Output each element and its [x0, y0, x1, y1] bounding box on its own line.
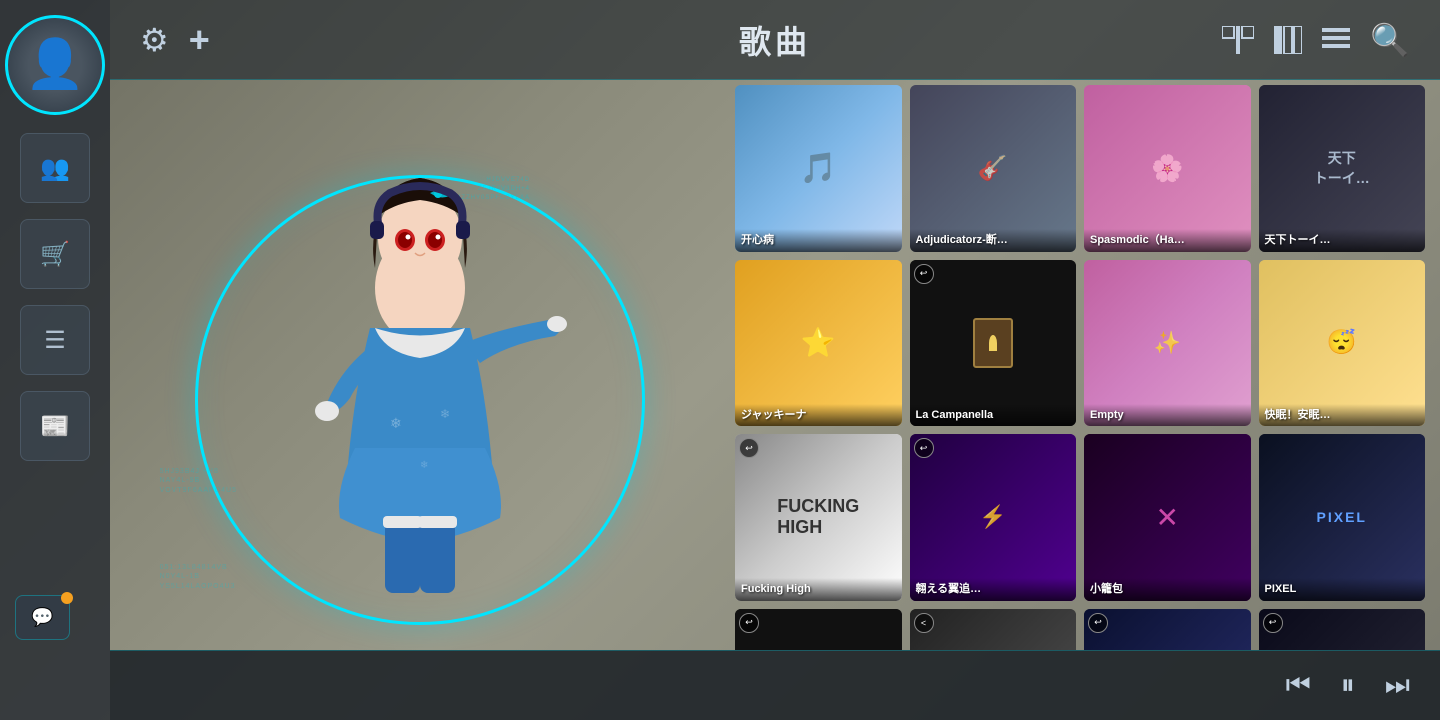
song-badge-camp: ↩	[914, 264, 934, 284]
song-card-bg: FUCKINGHIGH	[735, 434, 902, 601]
sidebar-item-list[interactable]: ☰	[20, 305, 90, 375]
song-card-inner: ↩ La Campanella	[910, 260, 1077, 427]
page-title: 歌曲	[739, 17, 811, 63]
list-icon: ☰	[44, 326, 66, 355]
song-card-inner: ∿↩无人-VACUUM TRACK…	[1084, 609, 1251, 651]
song-card-bg: 🎤	[910, 609, 1077, 651]
sidebar-item-news[interactable]: 📰	[20, 391, 90, 461]
song-card-bg	[910, 260, 1077, 427]
song-card-bg: 天下トーイ…	[1259, 85, 1426, 252]
song-grid: 🎵开心病🎸Adjudicatorz-断…🌸Spasmodic（Ha…天下トーイ……	[735, 85, 1425, 650]
song-card-tenka[interactable]: 天下トーイ…天下トーイ…	[1259, 85, 1426, 252]
settings-icon[interactable]: ⚙	[140, 21, 169, 59]
song-card-bg: ✨	[1084, 260, 1251, 427]
song-card-inner: ⬡↩Scaffold…	[1259, 609, 1426, 651]
song-card-bg: 🎸	[910, 85, 1077, 252]
song-grid-container[interactable]: 🎵开心病🎸Adjudicatorz-断…🌸Spasmodic（Ha…天下トーイ……	[730, 80, 1430, 650]
song-card-bg: ⭐	[735, 260, 902, 427]
song-badge-scaffold: ↩	[1263, 613, 1283, 633]
song-title-fhigh: Fucking High	[735, 578, 902, 600]
avatar[interactable]: 👤	[5, 15, 105, 115]
song-card-inner: ⭐ジャッキーナ	[735, 260, 902, 427]
chat-bubble[interactable]: 💬	[15, 595, 70, 640]
song-card-bg: ⚡	[910, 434, 1077, 601]
song-card-inner: 🎸Adjudicatorz-断…	[910, 85, 1077, 252]
song-card-k[interactable]: 🎤<	[910, 609, 1077, 651]
song-card-jacky[interactable]: ⭐ジャッキーナ	[735, 260, 902, 427]
song-card-vacuum[interactable]: ∿↩无人-VACUUM TRACK…	[1084, 609, 1251, 651]
song-title-camp: La Campanella	[910, 404, 1077, 426]
user-icon: 👤	[25, 41, 85, 89]
song-card-bg: ✕	[1084, 434, 1251, 601]
song-badge-fhigh: ↩	[739, 438, 759, 458]
news-icon: 📰	[40, 412, 70, 441]
song-badge-haberu: ↩	[914, 438, 934, 458]
song-card-inner: 🎤<	[910, 609, 1077, 651]
song-badge-k: <	[914, 613, 934, 633]
song-card-inner: 🎵开心病	[735, 85, 902, 252]
song-card-inner: 😴快眠！安眠…	[1259, 260, 1426, 427]
song-card-inner: ✕小籠包	[1084, 434, 1251, 601]
layout-list-icon[interactable]	[1322, 28, 1350, 52]
song-title-xlb: 小籠包	[1084, 578, 1251, 600]
song-card-haberu[interactable]: ⚡↩ 翱える翼追…	[910, 434, 1077, 601]
song-title-jacky: ジャッキーナ	[735, 404, 902, 426]
song-card-inner: 天下トーイ…天下トーイ…	[1259, 85, 1426, 252]
layout-col-icon[interactable]	[1274, 26, 1302, 54]
song-card-inner: ⚡↩ 翱える翼追…	[910, 434, 1077, 601]
song-card-kuai[interactable]: 😴快眠！安眠…	[1259, 260, 1426, 427]
song-title-empty: Empty	[1084, 404, 1251, 426]
song-card-inner: ✨Empty	[1084, 260, 1251, 427]
song-card-empty[interactable]: ✨Empty	[1084, 260, 1251, 427]
song-card-bg: 😴	[1259, 260, 1426, 427]
song-card-bg: PIXEL	[1259, 434, 1426, 601]
song-card-inner: PIXELPIXEL	[1259, 434, 1426, 601]
song-badge-vacuum: ↩	[1088, 613, 1108, 633]
song-title-adj: Adjudicatorz-断…	[910, 229, 1077, 251]
song-card-scaffold[interactable]: ⬡↩Scaffold…	[1259, 609, 1426, 651]
search-icon[interactable]: 🔍	[1370, 21, 1410, 59]
header-right: 🔍	[1222, 21, 1410, 59]
song-card-adj[interactable]: 🎸Adjudicatorz-断…	[910, 85, 1077, 252]
prev-button[interactable]: ⏮	[1286, 669, 1311, 702]
song-card-pixel[interactable]: PIXELPIXEL	[1259, 434, 1426, 601]
song-card-dianya[interactable]: 🎼↩地亚狂想曲	[735, 609, 902, 651]
song-card-bg: 🌸	[1084, 85, 1251, 252]
add-icon[interactable]: +	[189, 19, 210, 61]
song-card-xlb[interactable]: ✕小籠包	[1084, 434, 1251, 601]
header: ⚙ + 歌曲 🔍	[110, 0, 1440, 80]
song-title-haberu: 翱える翼追…	[910, 578, 1077, 600]
users-icon: 👥	[40, 154, 70, 183]
sidebar-item-shop[interactable]: 🛒	[20, 219, 90, 289]
song-card-bg: 🎼	[735, 609, 902, 651]
next-button[interactable]: ⏭	[1385, 669, 1410, 702]
play-pause-button[interactable]: ⏸	[1341, 669, 1355, 702]
song-title-tenka: 天下トーイ…	[1259, 229, 1426, 251]
song-title-spas: Spasmodic（Ha…	[1084, 229, 1251, 251]
song-card-bg: ∿	[1084, 609, 1251, 651]
song-title-kaixin: 开心病	[735, 229, 902, 251]
song-title-kuai: 快眠！安眠…	[1259, 404, 1426, 426]
bottom-bar: ⏮ ⏸ ⏭	[110, 650, 1440, 720]
header-left: ⚙ +	[140, 19, 210, 61]
song-card-inner: 🎼↩地亚狂想曲	[735, 609, 902, 651]
chat-notification-dot	[61, 592, 73, 604]
song-card-kaixin[interactable]: 🎵开心病	[735, 85, 902, 252]
song-card-fhigh[interactable]: FUCKINGHIGH↩ Fucking High	[735, 434, 902, 601]
song-title-pixel: PIXEL	[1259, 578, 1426, 600]
song-card-camp[interactable]: ↩ La Campanella	[910, 260, 1077, 427]
song-card-bg: 🎵	[735, 85, 902, 252]
song-card-inner: FUCKINGHIGH↩ Fucking High	[735, 434, 902, 601]
song-card-spas[interactable]: 🌸Spasmodic（Ha…	[1084, 85, 1251, 252]
song-card-bg: ⬡	[1259, 609, 1426, 651]
song-badge-dianya: ↩	[739, 613, 759, 633]
sidebar-item-users[interactable]: 👥	[20, 133, 90, 203]
shop-icon: 🛒	[40, 240, 70, 269]
chat-icon: 💬	[31, 607, 53, 628]
song-card-inner: 🌸Spasmodic（Ha…	[1084, 85, 1251, 252]
layout-grid-icon[interactable]	[1222, 26, 1254, 54]
